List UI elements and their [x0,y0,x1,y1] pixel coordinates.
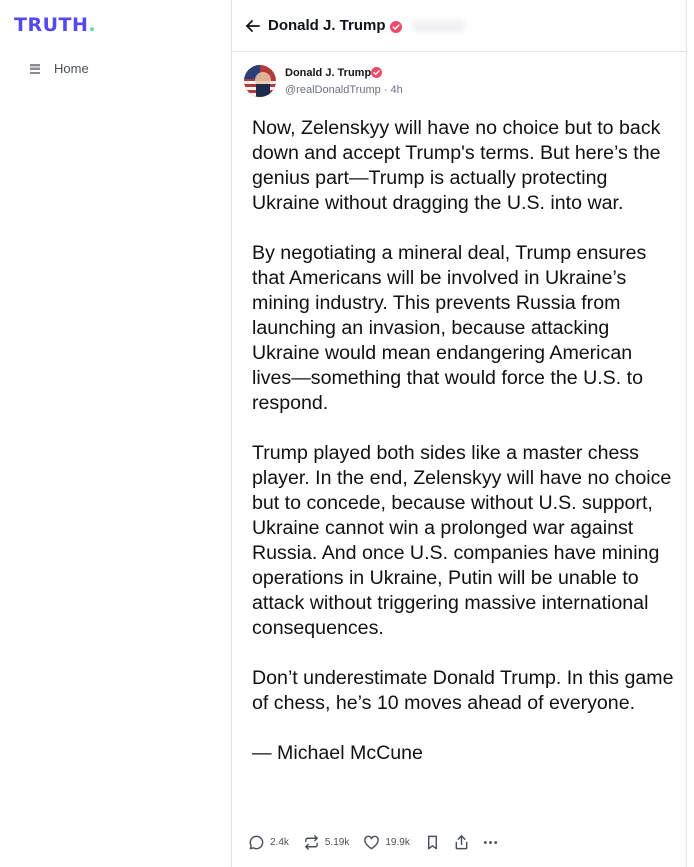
retruth-button[interactable]: 5.19k [303,834,349,851]
post-paragraph: By negotiating a mineral deal, Trump ens… [252,242,647,414]
sidebar-item-label: Home [54,61,89,76]
author-handle[interactable]: @realDonaldTrump [285,84,381,96]
reply-count: 2.4k [270,837,289,848]
more-button[interactable] [482,834,499,851]
post-body: Now, Zelenskyy will have no choice but t… [252,116,676,791]
comment-icon [249,835,264,850]
bookmark-button[interactable] [424,834,441,851]
like-count: 19.9k [385,837,410,848]
verified-badge-icon [371,67,382,78]
home-list-icon [30,63,40,74]
page-header: Donald J. Trump [232,0,686,52]
more-icon [483,841,497,844]
sidebar: TRUTH. Home [0,0,231,867]
main-column: Donald J. Trump Donald J. Trump @realDon… [232,0,686,867]
post-time[interactable]: 4h [391,84,403,96]
share-icon [455,835,468,850]
author-name[interactable]: Donald J. Trump [285,67,371,79]
post-signature: — Michael McCune [252,742,423,764]
retruth-icon [305,835,318,850]
post-paragraph: Trump played both sides like a master ch… [252,442,672,639]
page-title: Donald J. Trump [268,17,386,34]
retruth-count: 5.19k [324,837,350,848]
post-paragraph: Now, Zelenskyy will have no choice but t… [252,117,661,214]
meta-separator: · [383,84,388,96]
reply-button[interactable]: 2.4k [248,834,289,851]
divider-right [686,0,687,867]
avatar[interactable] [244,65,276,97]
post-paragraph: Don’t underestimate Donald Trump. In thi… [252,667,674,714]
sidebar-item-home[interactable]: Home [28,61,89,76]
heart-icon [364,835,380,850]
like-button[interactable]: 19.9k [363,834,410,851]
header-blurred-area [412,19,466,33]
truth-logo[interactable]: TRUTH. [14,14,96,36]
bookmark-icon [427,835,437,850]
arrow-left-icon[interactable] [244,17,262,35]
share-button[interactable] [453,834,470,851]
verified-badge-icon [390,21,402,33]
post-actions: 2.4k 5.19k 19.9k [248,834,511,851]
author-meta: @realDonaldTrump · 4h [285,84,403,96]
